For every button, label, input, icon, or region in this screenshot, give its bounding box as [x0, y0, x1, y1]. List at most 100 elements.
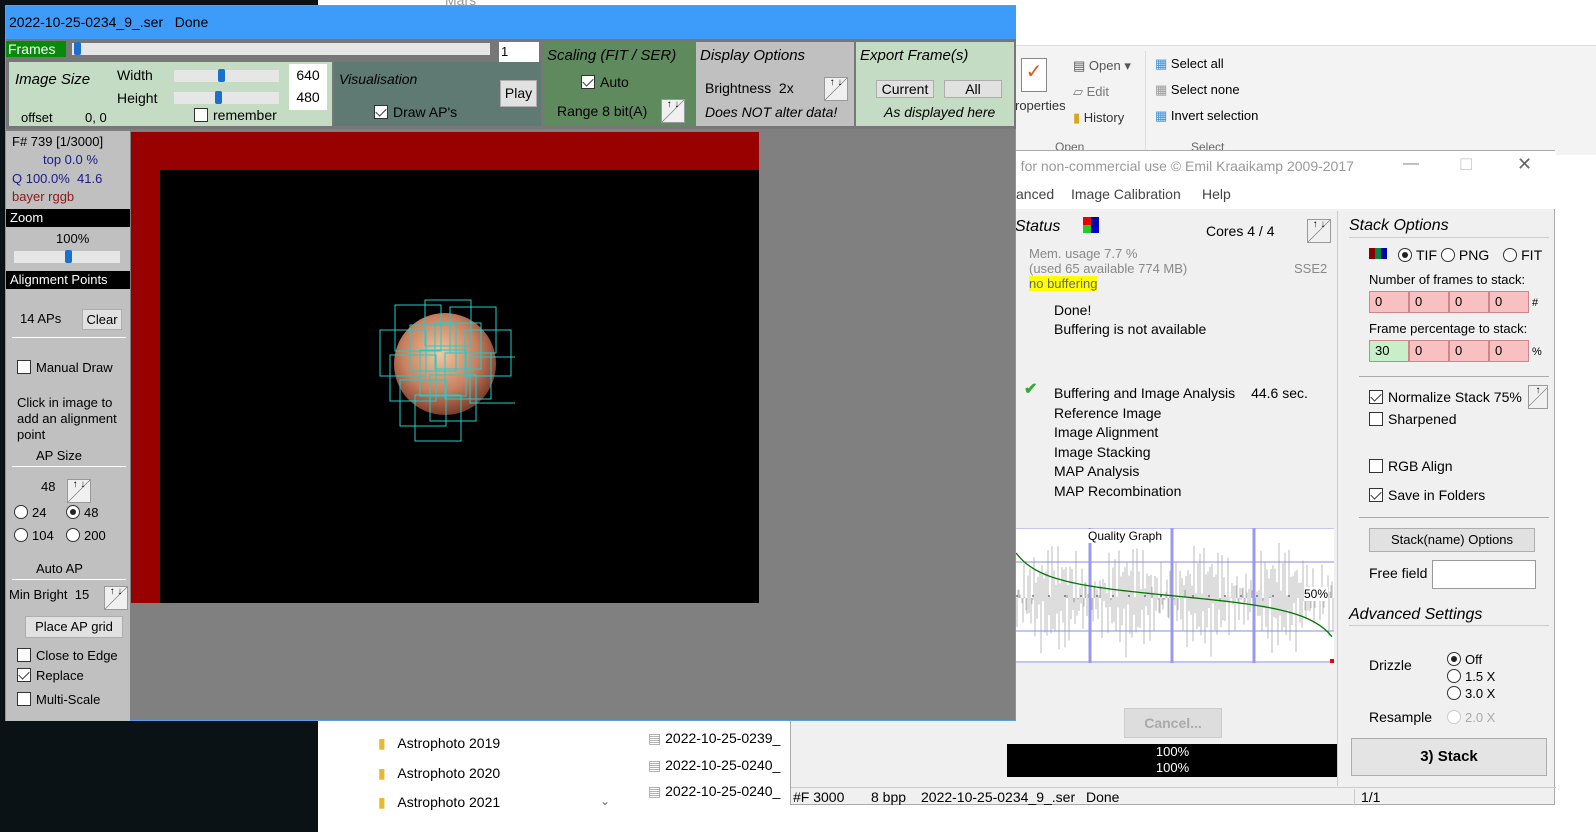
pct-input[interactable]: 0 [1409, 340, 1449, 362]
alignment-point-box[interactable] [429, 374, 477, 422]
range-spinner[interactable]: ↑ ↓ [661, 99, 685, 123]
cores-spinner[interactable]: ↑ ↓ [1307, 219, 1331, 243]
close-button[interactable]: ✕ [1517, 154, 1532, 175]
divider [1359, 517, 1549, 518]
display-options-panel: Display Options Brightness 2x ↑ ↓ Does N… [696, 42, 854, 126]
close-to-edge-checkbox[interactable]: Close to Edge [17, 648, 118, 663]
ap-size-spinner[interactable]: ↑ ↓ [67, 479, 91, 503]
frames-input[interactable]: 0 [1369, 291, 1409, 313]
select-all-icon: ▦ [1155, 56, 1168, 71]
pct-input[interactable]: 30 [1369, 340, 1409, 362]
visualisation-panel: Visualisation Draw AP's Play [334, 62, 541, 126]
alignment-point-box[interactable] [399, 379, 447, 427]
cores-label: Cores 4 / 4 [1206, 223, 1275, 239]
height-value[interactable]: 480 [289, 86, 327, 108]
folder-item[interactable]: ▮ Astrophoto 2020 [378, 765, 500, 782]
ap-size-200-radio[interactable]: 200 [66, 528, 106, 543]
divider [1349, 625, 1549, 626]
width-value[interactable]: 640 [289, 64, 327, 86]
step-item: Reference Image [1054, 404, 1162, 421]
minimize-button[interactable]: — [1403, 155, 1419, 173]
scroll-down-icon[interactable]: ⌄ [600, 794, 610, 808]
file-item[interactable]: ▤ 2022-10-25-0239_ [648, 730, 780, 747]
maximize-button[interactable]: ☐ [1459, 155, 1473, 175]
ap-size-24-radio[interactable]: 24 [14, 505, 46, 520]
radio-icon [14, 505, 28, 519]
alignment-point-box[interactable] [409, 324, 457, 372]
ap-hint: Click in image to add an alignment point [17, 395, 117, 442]
alignment-point-box[interactable] [414, 394, 462, 442]
save-folders-checkbox[interactable]: Save in Folders [1369, 487, 1485, 503]
alignment-point-box[interactable] [389, 354, 437, 402]
done-text: Done! [1054, 302, 1092, 318]
bayer-info: bayer rggb [12, 189, 75, 204]
folder-item[interactable]: ▮ Astrophoto 2019 [378, 735, 500, 752]
frame-info: F# 739 [1/3000] [12, 134, 104, 149]
draw-aps-checkbox[interactable]: Draw AP's [374, 104, 457, 120]
rgb-align-checkbox[interactable]: RGB Align [1369, 458, 1453, 474]
frames-input[interactable]: 0 [1489, 291, 1529, 313]
pct-input[interactable]: 0 [1449, 340, 1489, 362]
replace-checkbox[interactable]: Replace [17, 668, 84, 683]
menu-image-calibration[interactable]: Image Calibration [1071, 186, 1181, 202]
file-item[interactable]: ▤ 2022-10-25-0240_ [648, 783, 780, 800]
width-label: Width [117, 67, 153, 83]
play-button[interactable]: Play [500, 80, 537, 107]
select-all-button[interactable]: ▦ Select all [1155, 56, 1224, 72]
alignment-point-box[interactable] [379, 329, 427, 377]
format-fit-radio[interactable]: FIT [1503, 247, 1542, 263]
free-field-input[interactable] [1432, 560, 1536, 589]
frames-slider[interactable] [72, 42, 490, 55]
cancel-button[interactable]: Cancel... [1124, 708, 1222, 738]
export-current-button[interactable]: Current [876, 80, 934, 98]
format-png-radio[interactable]: PNG [1440, 247, 1489, 263]
folder-item[interactable]: ▮ Astrophoto 2021 [378, 794, 500, 811]
drizzle-1.5-radio[interactable]: 1.5 X [1447, 668, 1495, 685]
place-ap-grid-button[interactable]: Place AP grid [25, 616, 123, 638]
properties-icon[interactable]: ✓ [1021, 58, 1047, 92]
manual-draw-checkbox[interactable]: Manual Draw [17, 360, 113, 375]
image-canvas[interactable] [160, 170, 759, 603]
format-tif-radio[interactable]: TIF [1398, 247, 1437, 263]
drizzle-off-radio[interactable]: Off [1447, 651, 1495, 668]
open-button[interactable]: ▤ Open ▾ [1073, 58, 1131, 74]
frames-input[interactable]: 0 [1449, 291, 1489, 313]
multi-scale-checkbox[interactable]: Multi-Scale [17, 692, 100, 707]
width-slider[interactable] [174, 69, 279, 82]
invert-selection-button[interactable]: ▦ Invert selection [1155, 108, 1258, 124]
export-all-button[interactable]: All [944, 80, 1002, 98]
menu-help[interactable]: Help [1202, 186, 1231, 202]
sharpened-checkbox[interactable]: Sharpened [1369, 411, 1457, 427]
height-slider[interactable] [174, 91, 279, 104]
ap-size-heading: AP Size [36, 448, 83, 463]
folder-label: Astrophoto 2020 [397, 765, 501, 781]
image-frame[interactable] [131, 132, 759, 603]
alignment-point-box[interactable] [469, 356, 515, 404]
history-button[interactable]: ▮ History [1073, 110, 1124, 126]
pct-input[interactable]: 0 [1489, 340, 1529, 362]
file-item[interactable]: ▤ 2022-10-25-0240_ [648, 757, 780, 774]
ap-size-104-radio[interactable]: 104 [14, 528, 54, 543]
brightness-spinner[interactable]: ↑ ↓ [824, 77, 848, 101]
cutoff-marker [1330, 659, 1334, 663]
alignment-point-box[interactable] [419, 349, 467, 397]
frames-input[interactable]: 0 [1409, 291, 1449, 313]
select-none-button[interactable]: ▦ Select none [1155, 82, 1240, 98]
zoom-slider[interactable] [14, 250, 120, 263]
remember-checkbox[interactable]: remember [194, 107, 277, 123]
radio-icon [1440, 248, 1455, 262]
min-bright-spinner[interactable]: ↑ ↓ [104, 586, 128, 610]
normalize-checkbox[interactable]: Normalize Stack 75% [1369, 389, 1522, 405]
edit-button[interactable]: ▱ Edit [1073, 84, 1109, 100]
resample-radio[interactable]: 2.0 X [1447, 710, 1495, 725]
stack-name-options-button[interactable]: Stack(name) Options [1369, 528, 1535, 552]
divider [1337, 211, 1338, 786]
alignment-point-box[interactable] [394, 304, 442, 352]
normalize-spinner[interactable]: ↑ [1528, 385, 1548, 409]
auto-scaling-checkbox[interactable]: Auto [581, 74, 629, 90]
stack-button[interactable]: 3) Stack [1351, 738, 1547, 776]
clear-aps-button[interactable]: Clear [82, 309, 122, 330]
drizzle-3.0-radio[interactable]: 3.0 X [1447, 685, 1495, 702]
properties-button[interactable]: roperties [1015, 98, 1066, 113]
ap-size-48-radio[interactable]: 48 [66, 505, 98, 520]
